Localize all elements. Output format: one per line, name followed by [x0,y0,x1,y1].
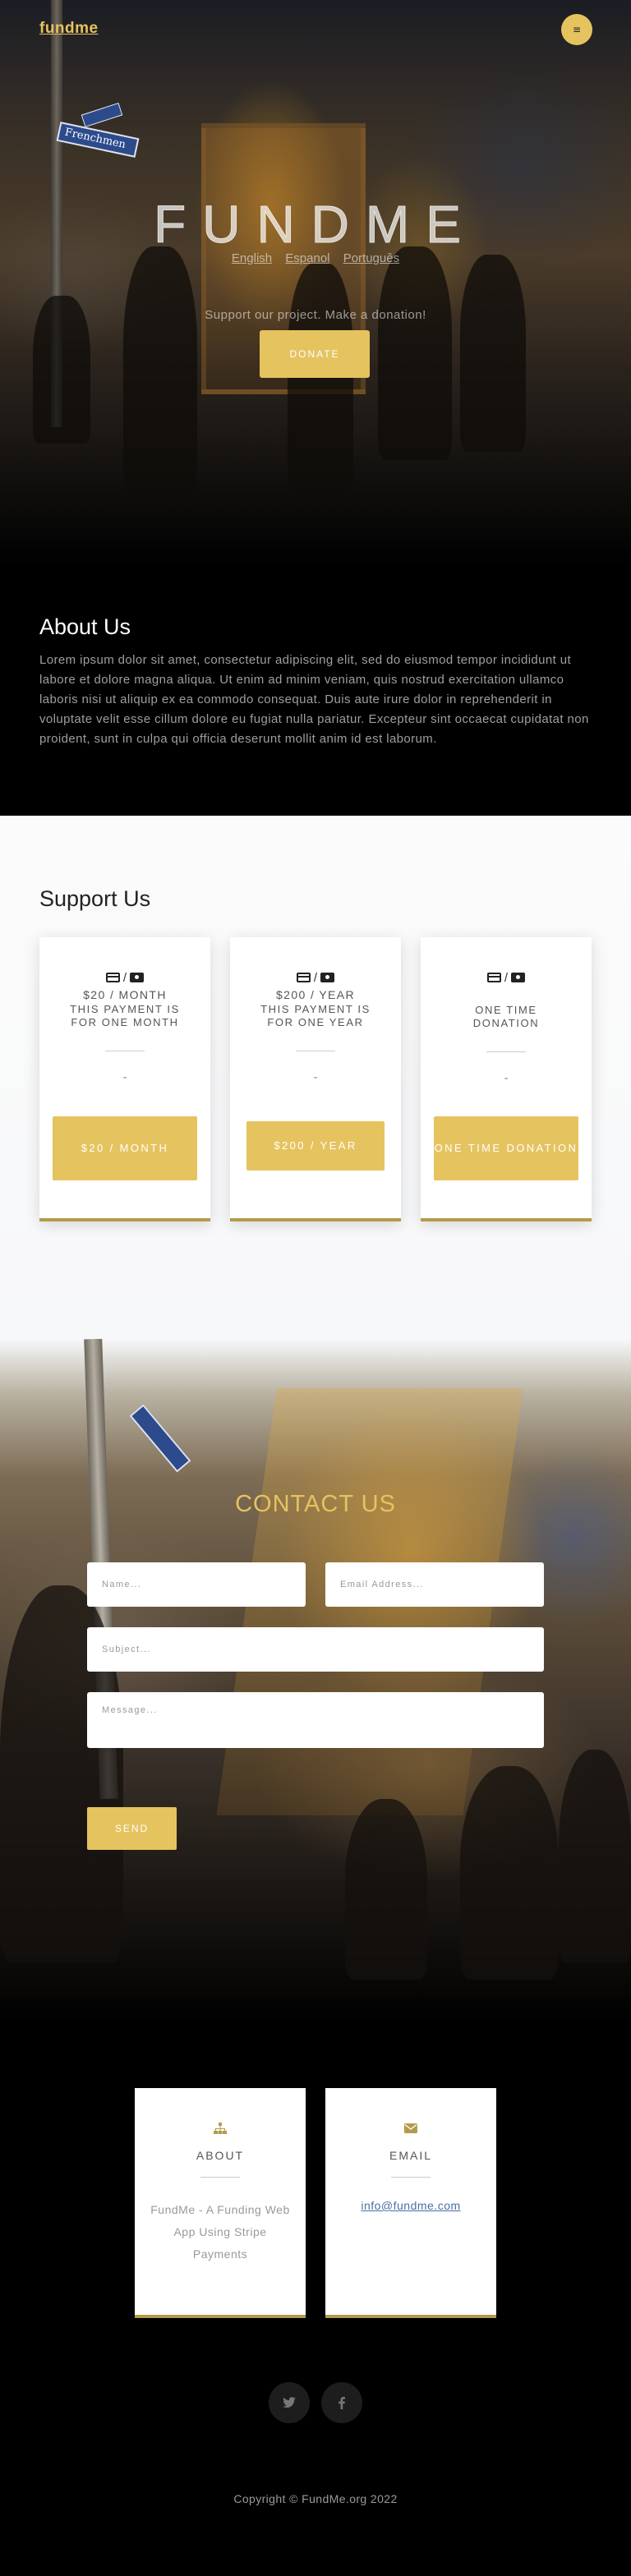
facebook-icon [339,2396,345,2409]
pricing-card-yearly: / $200 / YEAR THIS PAYMENT IS FOR ONE YE… [230,937,401,1221]
donate-button[interactable]: DONATE [260,330,370,378]
about-section: About Us Lorem ipsum dolor sit amet, con… [0,567,631,816]
language-links: English Espanol Português [0,251,631,265]
send-button[interactable]: SEND [87,1807,177,1850]
musician-figure [378,246,452,460]
card-price [421,988,592,1002]
money-bill-icon [130,973,145,982]
musician-figure [123,246,197,493]
email-info-card: EMAIL info@fundme.com [325,2088,496,2318]
menu-button[interactable]: ≡ [561,14,592,45]
info-section: ABOUT FundMe - A Funding Web App Using S… [0,2026,631,2576]
card-price: $200 / YEAR [275,988,356,1001]
subject-field[interactable]: Subject... [87,1627,544,1672]
divider [486,1051,526,1052]
support-heading: Support Us [39,886,151,911]
street-sign [129,1404,191,1473]
envelope-icon [404,2123,417,2133]
credit-card-icon [105,973,120,982]
contact-section: CONTACT US Name... Email Address... Subj… [0,1339,631,2026]
pricing-card-one-time: / ONE TIME DONATION - ONE TIME DONATION [421,937,592,1221]
credit-card-icon [486,973,501,982]
language-link-english[interactable]: English [232,251,272,265]
card-dash: - [504,1072,509,1085]
twitter-button[interactable] [269,2382,310,2423]
twitter-icon [283,2397,296,2408]
card-description: THIS PAYMENT IS FOR ONE YEAR [260,1003,371,1028]
facebook-button[interactable] [321,2382,362,2423]
pay-monthly-button[interactable]: $20 / MONTH [53,1116,197,1180]
credit-card-icon [296,973,311,982]
card-price: $20 / MONTH [83,988,167,1001]
email-card-title: EMAIL [389,2149,432,2162]
musician-figure [559,1750,631,1963]
hero-tagline: Support our project. Make a donation! [205,308,426,322]
about-card-text: FundMe - A Funding Web App Using Stripe … [150,2203,290,2261]
street-sign-small [81,102,123,128]
about-card-title: ABOUT [196,2149,245,2162]
musician-figure [345,1799,427,1980]
pay-yearly-button[interactable]: $200 / YEAR [246,1121,385,1171]
copyright-text: Copyright © FundMe.org 2022 [233,2492,398,2505]
musician-figure [460,255,526,452]
payment-icons: / [230,970,401,985]
brand-logo-link[interactable]: fundme [39,20,99,38]
hero-section: Frenchmen fundme ≡ FUNDME English Espano… [0,0,631,567]
card-description: THIS PAYMENT IS FOR ONE MONTH [70,1003,180,1028]
card-description: ONE TIME DONATION [472,1004,540,1029]
language-link-espanol[interactable]: Espanol [285,251,329,265]
divider [200,2177,240,2178]
money-bill-icon [320,973,335,982]
divider [391,2177,431,2178]
message-field[interactable]: Message... [87,1692,544,1748]
card-dash: - [313,1071,318,1084]
payment-icons: / [421,970,592,985]
name-field[interactable]: Name... [87,1562,306,1607]
card-dash: - [122,1071,127,1084]
payment-icons: / [39,970,210,985]
about-heading: About Us [39,614,131,639]
hero-title: FUNDME [154,195,477,255]
email-link[interactable]: info@fundme.com [361,2199,460,2212]
about-info-card: ABOUT FundMe - A Funding Web App Using S… [135,2088,306,2318]
about-body: Lorem ipsum dolor sit amet, consectetur … [39,653,589,746]
email-field[interactable]: Email Address... [325,1562,544,1607]
contact-heading: CONTACT US [235,1491,396,1517]
pricing-card-monthly: / $20 / MONTH THIS PAYMENT IS FOR ONE MO… [39,937,210,1221]
menu-icon: ≡ [572,24,582,35]
support-section: Support Us / $20 / MONTH THIS PAYMENT IS… [0,816,631,1339]
donate-once-button[interactable]: ONE TIME DONATION [434,1116,578,1180]
musician-figure [460,1766,559,1980]
money-bill-icon [511,973,526,982]
language-link-portugues[interactable]: Português [343,251,399,265]
street-sign: Frenchmen [56,122,140,158]
musician-figure [288,263,353,493]
sitemap-icon [214,2123,227,2134]
